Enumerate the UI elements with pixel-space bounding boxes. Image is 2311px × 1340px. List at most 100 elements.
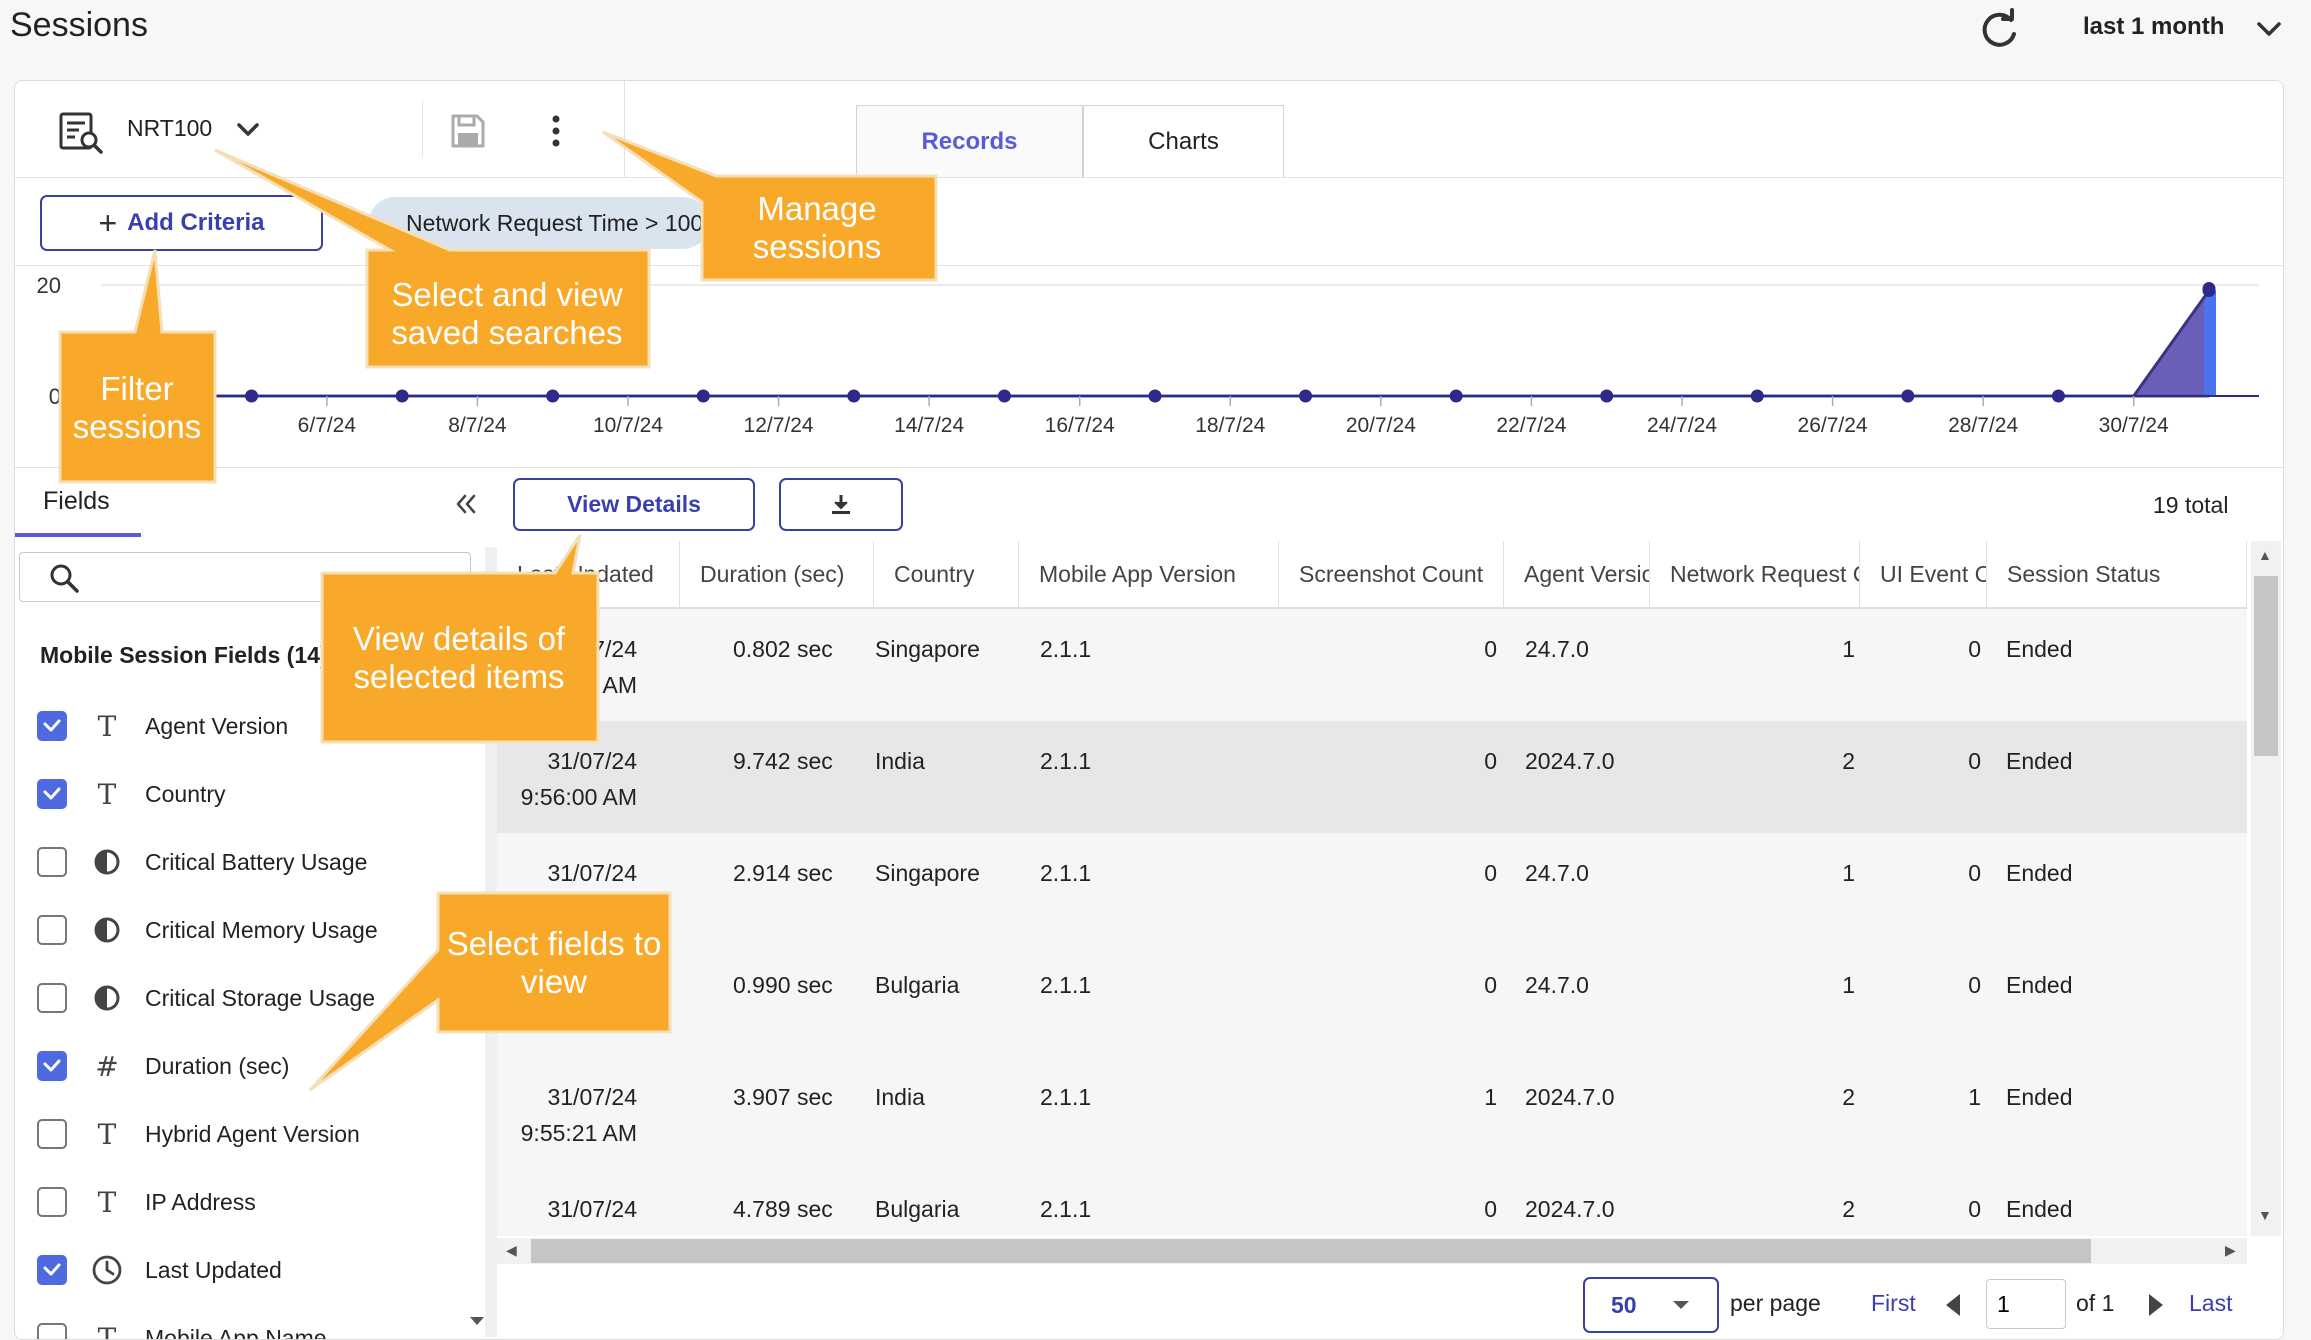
field-item[interactable]: #Duration (sec) <box>37 1046 289 1086</box>
first-page-link[interactable]: First <box>1871 1290 1916 1317</box>
cell-ui-events: 0 <box>1861 855 1981 891</box>
cell-country: Singapore <box>875 631 980 667</box>
cell-date: 31/07/24 <box>497 855 637 891</box>
cell-ui-events: 0 <box>1861 1191 1981 1227</box>
field-checkbox[interactable] <box>37 779 67 809</box>
cell-date: 31/07/24 <box>497 1191 637 1227</box>
field-item[interactable]: Critical Battery Usage <box>37 842 367 882</box>
scroll-up-arrow-icon[interactable]: ▲ <box>2258 547 2272 563</box>
field-item[interactable]: Critical Storage Usage <box>37 978 375 1018</box>
cell-date: 31/07/24 <box>497 1079 637 1115</box>
scroll-left-arrow-icon[interactable]: ◀ <box>506 1242 517 1259</box>
y-tick-label: 20 <box>37 273 61 298</box>
field-checkbox[interactable] <box>37 1051 67 1081</box>
chevron-down-icon[interactable] <box>233 115 263 145</box>
field-checkbox[interactable] <box>37 1255 67 1285</box>
refresh-icon[interactable] <box>1975 6 2023 54</box>
search-icon <box>48 562 80 594</box>
column-header[interactable]: Session Status <box>1987 541 2247 607</box>
cell-screenshots: 0 <box>1377 967 1497 1003</box>
per-page-label: per page <box>1730 1290 1821 1317</box>
more-options-icon[interactable] <box>541 111 571 151</box>
table-row[interactable]: 31/07/249:55:21 AM3.907 secIndia2.1.1120… <box>497 1057 2247 1169</box>
column-header[interactable]: Country <box>874 541 1019 607</box>
x-tick-label: 12/7/24 <box>744 414 814 437</box>
field-item[interactable]: Critical Memory Usage <box>37 910 378 950</box>
download-button[interactable] <box>779 478 903 531</box>
tab-records[interactable]: Records <box>856 105 1083 177</box>
column-header[interactable]: Duration (sec) <box>680 541 874 607</box>
column-header[interactable]: Mobile App Version <box>1019 541 1279 607</box>
view-details-button[interactable]: View Details <box>513 478 755 531</box>
scroll-down-arrow-icon[interactable] <box>467 1313 487 1329</box>
check-icon <box>42 716 62 736</box>
cell-duration: 3.907 sec <box>733 1079 833 1115</box>
panel-divider <box>485 547 497 1337</box>
field-checkbox[interactable] <box>37 915 67 945</box>
cell-agent: 2024.7.0 <box>1525 1079 1615 1115</box>
field-item[interactable]: T Country <box>37 774 226 814</box>
tab-charts[interactable]: Charts <box>1083 105 1284 177</box>
field-search[interactable] <box>19 552 471 602</box>
scroll-right-arrow-icon[interactable]: ▶ <box>2225 1242 2236 1259</box>
field-search-input[interactable] <box>90 557 460 597</box>
field-label: IP Address <box>145 1189 256 1216</box>
cell-app-version: 2.1.1 <box>1040 743 1091 779</box>
field-checkbox[interactable] <box>37 1323 67 1340</box>
cell-last-updated: 31/07/249:56:00 AM <box>497 631 637 703</box>
table-row[interactable]: 31/07/242.914 secSingapore2.1.1024.7.010… <box>497 833 2247 945</box>
cell-date: 31/07/24 <box>497 743 637 779</box>
cell-screenshots: 0 <box>1377 855 1497 891</box>
table-row[interactable]: 31/07/249:56:00 AM0.802 secSingapore2.1.… <box>497 609 2247 721</box>
field-checkbox[interactable] <box>37 1119 67 1149</box>
field-item[interactable]: TIP Address <box>37 1182 256 1222</box>
cell-country: Bulgaria <box>875 1191 959 1227</box>
save-icon[interactable] <box>448 111 488 151</box>
field-item[interactable]: THybrid Agent Version <box>37 1114 360 1154</box>
field-label: Agent Version <box>145 713 288 740</box>
cell-last-updated: 31/07/249:55:21 AM <box>497 1079 637 1151</box>
add-criteria-button[interactable]: + Add Criteria <box>40 195 323 251</box>
field-item[interactable]: Last Updated <box>37 1250 282 1290</box>
horizontal-scroll-thumb[interactable] <box>531 1239 2091 1263</box>
vertical-scroll-thumb[interactable] <box>2254 576 2278 756</box>
collapse-panel-icon[interactable] <box>451 489 481 519</box>
field-item[interactable]: TAgent Version <box>37 706 288 746</box>
time-range-selector[interactable]: last 1 month <box>2083 13 2224 41</box>
field-checkbox[interactable] <box>37 711 67 741</box>
column-header[interactable]: Agent Version <box>1504 541 1650 607</box>
table-row[interactable]: 31/07/249:55:15 AM4.789 secBulgaria2.1.1… <box>497 1169 2247 1236</box>
x-tick-label: 4/7/24 <box>147 414 206 437</box>
saved-search-selector[interactable]: NRT100 <box>127 115 212 142</box>
field-checkbox[interactable] <box>37 847 67 877</box>
last-page-link[interactable]: Last <box>2189 1290 2232 1317</box>
boolean-type-icon <box>89 844 125 880</box>
field-label: Country <box>145 781 226 808</box>
fields-tab[interactable]: Fields <box>43 487 110 516</box>
column-header[interactable]: UI Event Count <box>1860 541 1987 607</box>
table-row[interactable]: 0.990 secBulgaria2.1.1024.7.010Ended <box>497 945 2247 1057</box>
cell-ui-events: 0 <box>1861 631 1981 667</box>
scroll-down-arrow-icon[interactable]: ▼ <box>2258 1207 2272 1223</box>
column-header[interactable]: Network Request Count <box>1650 541 1860 607</box>
saved-search-icon[interactable] <box>57 108 105 156</box>
column-header[interactable]: Screenshot Count <box>1279 541 1504 607</box>
next-page-icon[interactable] <box>2146 1292 2166 1318</box>
criteria-chip[interactable]: Network Request Time > 100 <box>369 197 709 249</box>
cell-app-version: 2.1.1 <box>1040 855 1091 891</box>
chevron-down-icon[interactable] <box>2254 14 2284 44</box>
field-checkbox[interactable] <box>37 983 67 1013</box>
column-header[interactable]: Last Updated <box>497 541 680 607</box>
table-row[interactable]: 31/07/249:56:00 AM9.742 secIndia2.1.1020… <box>497 721 2247 833</box>
previous-page-icon[interactable] <box>1943 1292 1963 1318</box>
sessions-panel: NRT100 Records Charts + Add Criteria Net… <box>14 80 2284 1340</box>
data-point <box>2203 282 2216 295</box>
field-checkbox[interactable] <box>37 1187 67 1217</box>
cell-network: 2 <box>1735 1079 1855 1115</box>
per-page-select[interactable]: 50 <box>1583 1277 1719 1333</box>
x-tick-label: 28/7/24 <box>1948 414 2018 437</box>
field-label: Critical Storage Usage <box>145 985 375 1012</box>
page-number-input[interactable] <box>1986 1279 2066 1329</box>
field-item[interactable]: TMobile App Name <box>37 1318 327 1340</box>
text-type-icon: T <box>89 776 125 812</box>
